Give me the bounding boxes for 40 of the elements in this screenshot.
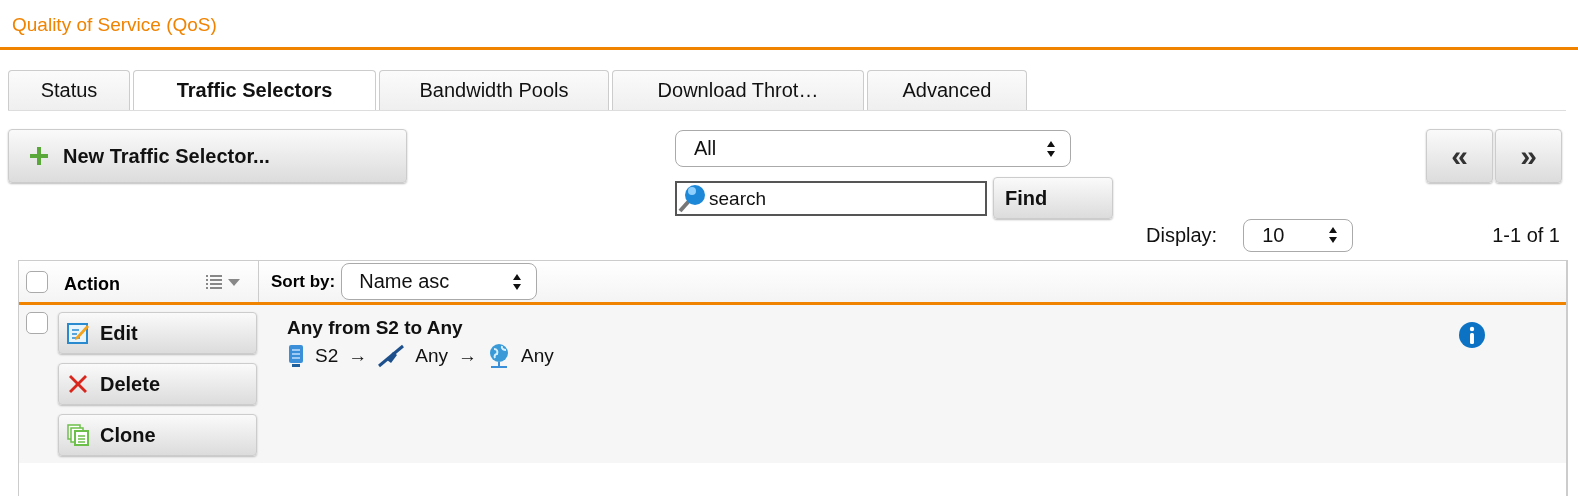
new-traffic-selector-button[interactable]: New Traffic Selector... (8, 129, 407, 183)
tab[interactable]: Advanced (867, 70, 1027, 110)
server-icon (287, 344, 305, 368)
copy-icon (66, 423, 90, 447)
previous-page-button[interactable]: « (1426, 129, 1493, 183)
result-count: 1-1 of 1 (1492, 223, 1560, 247)
edit-button[interactable]: Edit (58, 312, 257, 354)
display-label: Display: (1146, 223, 1218, 247)
arrow-symbol: → (348, 345, 368, 367)
globe-icon (487, 343, 511, 369)
delete-button[interactable]: Delete (58, 363, 257, 405)
sort-select[interactable]: Name asc (341, 263, 538, 300)
checkbox[interactable] (26, 270, 48, 293)
search-field[interactable]: search (675, 181, 987, 216)
page-title: Quality of Service (QoS) (0, 0, 1578, 50)
updown-icon (1328, 226, 1339, 244)
plus-icon (29, 146, 49, 166)
row-checkbox[interactable] (26, 312, 48, 334)
list-menu-icon[interactable] (206, 273, 242, 290)
tab[interactable]: Bandwidth Pools (379, 70, 609, 110)
display-select[interactable]: 10 (1243, 218, 1354, 252)
pencil-icon (66, 321, 90, 345)
updown-icon (1046, 139, 1056, 158)
tab[interactable]: Download Throt… (612, 70, 864, 110)
info-icon[interactable] (1458, 321, 1486, 349)
selector-title: Any from S2 to Any (287, 317, 464, 339)
sort-label: Sort by: (271, 271, 336, 292)
updown-icon (512, 272, 523, 291)
path-label: Any (521, 345, 554, 367)
filter-select[interactable]: All (675, 130, 1071, 167)
clone-button[interactable]: Clone (58, 414, 257, 456)
arrow-symbol: → (458, 345, 477, 367)
tab[interactable]: Status (8, 70, 130, 110)
tab[interactable]: Traffic Selectors (133, 70, 376, 110)
path-label: S2 (315, 345, 339, 367)
column-header: Action (64, 274, 120, 295)
cable-icon (377, 344, 406, 368)
find-button[interactable]: Find (993, 177, 1113, 219)
path-label: Any (415, 345, 448, 367)
next-page-button[interactable]: » (1495, 129, 1562, 183)
